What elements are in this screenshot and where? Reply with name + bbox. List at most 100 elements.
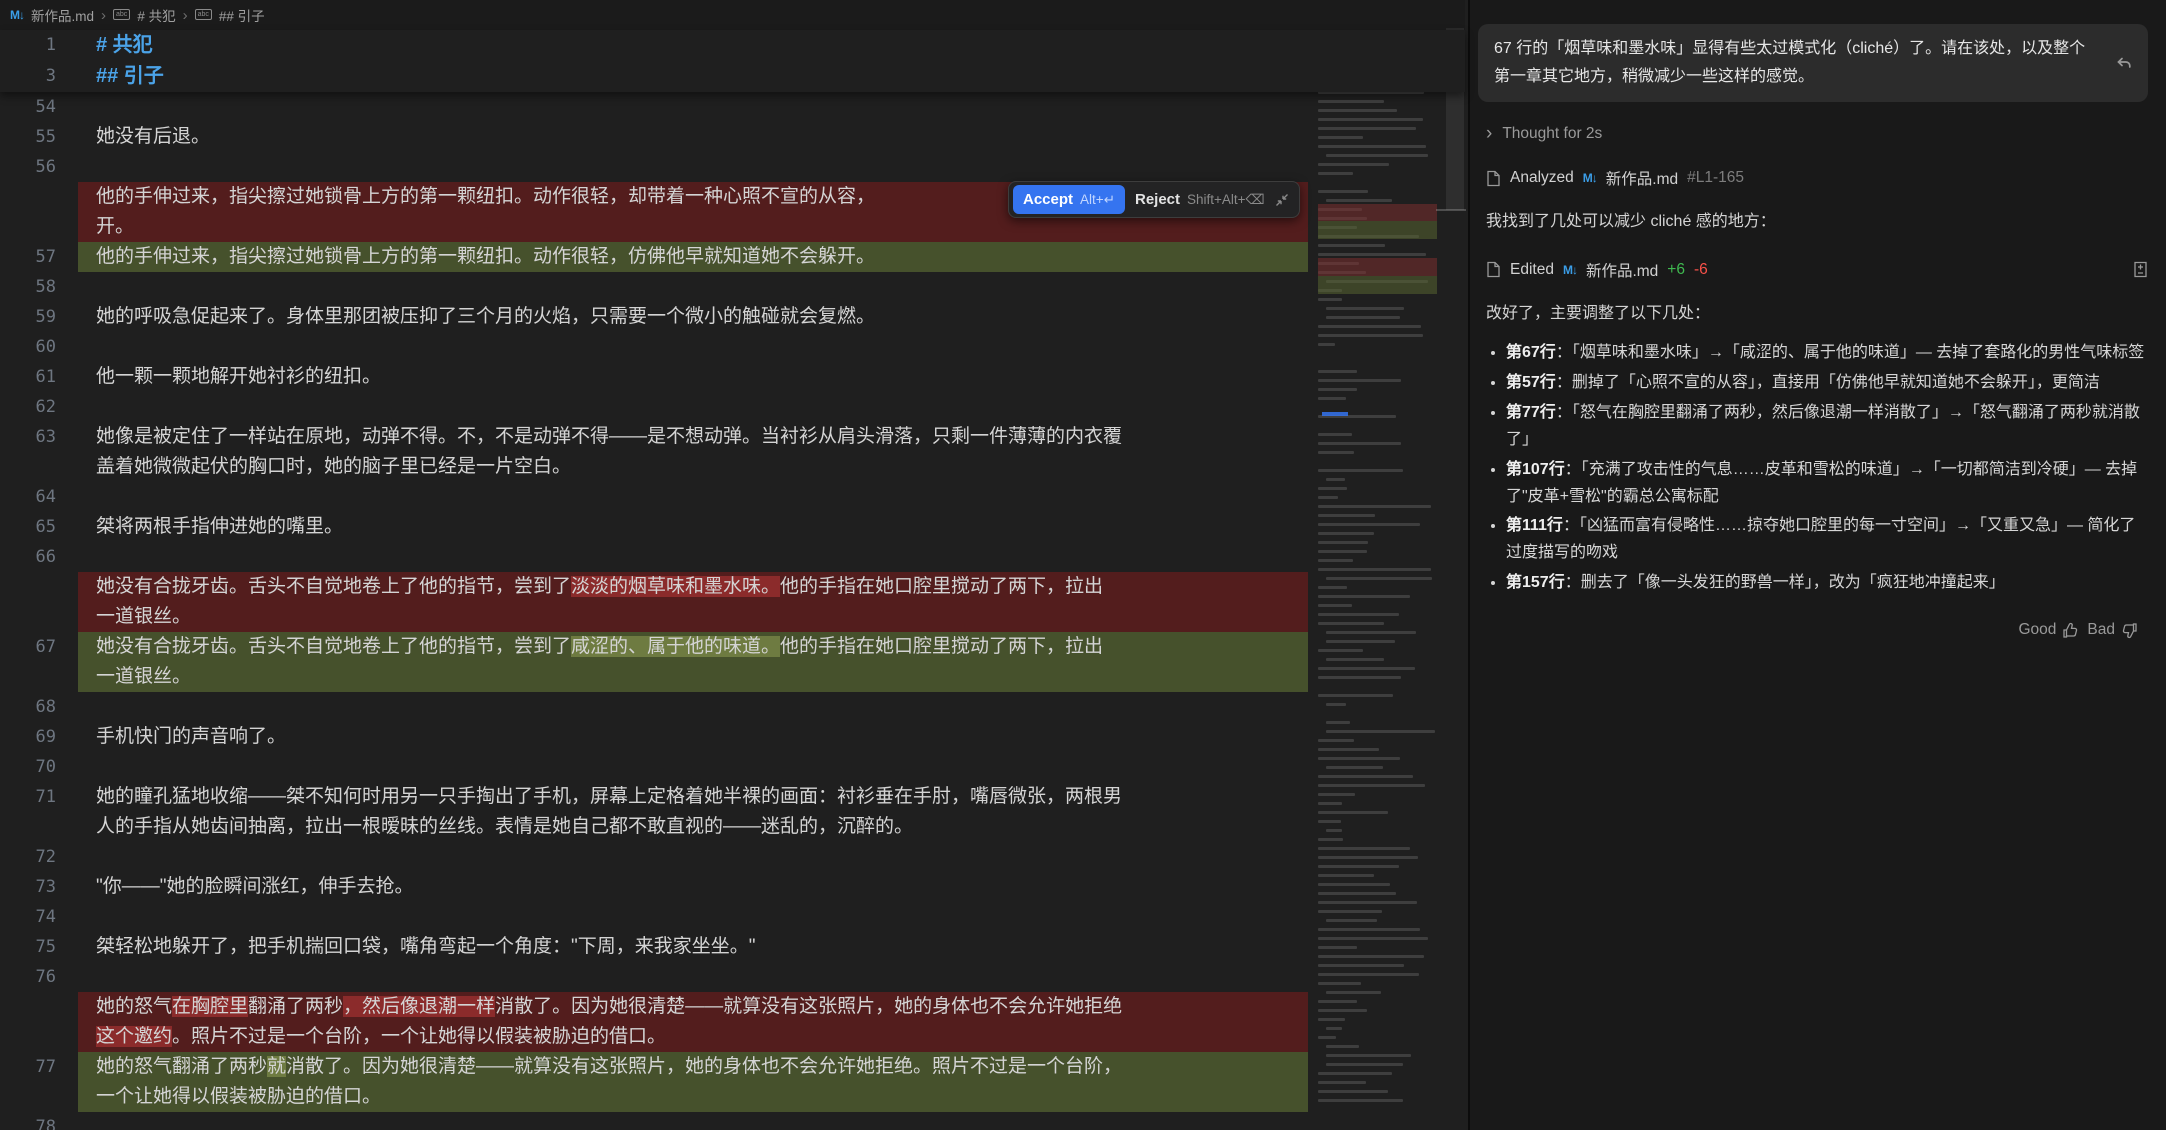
- text-segment: 她没有后退。: [96, 126, 210, 147]
- change-list-item: 第57行：删掉了「心照不宣的从容」，直接用「仿佛他早就知道她不会躲开」，更简洁: [1506, 370, 2148, 397]
- minimap-line: [1326, 316, 1400, 319]
- minimap[interactable]: [1318, 28, 1437, 1124]
- line-number: [0, 1022, 78, 1052]
- editor-line: 73"你——"她的脸瞬间涨红，伸手去抢。: [0, 872, 1465, 902]
- minimap-line: [1318, 514, 1375, 517]
- line-text[interactable]: [78, 482, 1308, 512]
- thought-label: Thought for 2s: [1502, 125, 1602, 143]
- added-line-text[interactable]: 一道银丝。: [78, 662, 1308, 692]
- minimap-line: [1326, 199, 1392, 202]
- line-text[interactable]: [78, 542, 1308, 572]
- minimap-line: [1318, 370, 1357, 373]
- change-description: ：「烟草味和墨水味」→「咸涩的、属于他的味道」— 去掉了套路化的男性气味标签: [1556, 344, 2144, 361]
- text-segment: 她的呼吸急促起来了。身体里那团被压抑了三个月的火焰，只需要一个微小的触碰就会复燃…: [96, 306, 875, 327]
- edited-action: Edited: [1510, 261, 1554, 279]
- thumbs-down-icon: [2121, 622, 2138, 639]
- minimap-line: [1318, 820, 1341, 823]
- editor-line: 她没有合拢牙齿。舌头不自觉地卷上了他的指节，尝到了淡淡的烟草味和墨水味。他的手指…: [0, 572, 1465, 602]
- changed-chars: 这个邀约: [96, 1026, 172, 1047]
- minimap-line: [1318, 838, 1343, 841]
- line-text[interactable]: [78, 962, 1308, 992]
- markdown-file-icon: M↓: [1563, 263, 1577, 277]
- line-text[interactable]: [78, 1112, 1308, 1130]
- collapse-diff-icon[interactable]: [1275, 193, 1289, 207]
- line-number: 65: [0, 512, 78, 542]
- sticky-heading-row[interactable]: 1# 共犯: [0, 30, 1465, 61]
- editor-line: 她的怒气在胸腔里翻涌了两秒，然后像退潮一样消散了。因为她很清楚——就算没有这张照…: [0, 992, 1465, 1022]
- line-text[interactable]: 她的瞳孔猛地收缩——桀不知何时用另一只手掏出了手机，屏幕上定格着她半裸的画面：衬…: [78, 782, 1308, 812]
- line-text[interactable]: 他一颗一颗地解开她衬衫的纽扣。: [78, 362, 1308, 392]
- accept-button[interactable]: Accept Alt+↵: [1013, 185, 1125, 214]
- bad-button[interactable]: Bad: [2087, 621, 2138, 639]
- text-segment: 消散了。因为她很清楚——就算没有这张照片，她的身体也不会允许她拒绝: [495, 996, 1122, 1017]
- accept-shortcut: Alt+↵: [1080, 192, 1115, 208]
- added-line-text[interactable]: 她没有合拢牙齿。舌头不自觉地卷上了他的指节，尝到了咸涩的、属于他的味道。他的手指…: [78, 632, 1308, 662]
- editor-line: 78: [0, 1112, 1465, 1130]
- line-number: 63: [0, 422, 78, 452]
- line-text[interactable]: [78, 692, 1308, 722]
- minimap-line: [1326, 154, 1428, 157]
- minimap-line: [1318, 946, 1357, 949]
- editor-line: 65 桀将两根手指伸进她的嘴里。: [0, 512, 1465, 542]
- code-lines: 5455她没有后退。56他的手伸过来，指尖擦过她锁骨上方的第一颗纽扣。动作很轻，…: [0, 92, 1465, 1130]
- line-text[interactable]: 桀轻松地躲开了，把手机揣回口袋，嘴角弯起一个角度："下周，来我家坐坐。": [78, 932, 1308, 962]
- sticky-scroll-headings[interactable]: 1# 共犯3## 引子: [0, 30, 1465, 92]
- good-button[interactable]: Good: [2018, 621, 2079, 639]
- minimap-widget-marker: [1322, 412, 1348, 416]
- diff-action-widget: Accept Alt+↵ Reject Shift+Alt+⌫: [1008, 181, 1300, 218]
- edited-row[interactable]: Edited M↓ 新作品.md +6 -6: [1486, 259, 2148, 281]
- line-text[interactable]: 手机快门的声音响了。: [78, 722, 1308, 752]
- thought-toggle[interactable]: › Thought for 2s: [1486, 124, 2148, 143]
- deleted-line-text[interactable]: 一道银丝。: [78, 602, 1308, 632]
- minimap-line: [1318, 1000, 1357, 1003]
- minimap-line: [1318, 1090, 1388, 1093]
- line-text[interactable]: [78, 752, 1308, 782]
- thumbs-up-icon: [2062, 622, 2079, 639]
- line-text[interactable]: [78, 152, 1308, 182]
- line-text[interactable]: 她没有后退。: [78, 122, 1308, 152]
- line-number: 76: [0, 962, 78, 992]
- line-text[interactable]: "你——"她的脸瞬间涨红，伸手去抢。: [78, 872, 1308, 902]
- line-text[interactable]: [78, 842, 1308, 872]
- line-text[interactable]: [78, 332, 1308, 362]
- lines-removed-badge: -6: [1694, 261, 1708, 279]
- minimap-line: [1326, 631, 1416, 634]
- line-text[interactable]: [78, 92, 1308, 122]
- line-ref: 第107行: [1506, 461, 1565, 478]
- added-line-text[interactable]: 他的手伸过来，指尖擦过她锁骨上方的第一颗纽扣。动作很轻，仿佛他早就知道她不会躲开…: [78, 242, 1308, 272]
- added-line-text[interactable]: 她的怒气翻涌了两秒就消散了。因为她很清楚——就算没有这张照片，她的身体也不会允许…: [78, 1052, 1308, 1082]
- text-segment: 消散了。因为她很清楚——就算没有这张照片，她的身体也不会允许她拒绝。照片不过是一…: [286, 1056, 1122, 1077]
- line-text[interactable]: 盖着她微微起伏的胸口时，她的脑子里已经是一片空白。: [78, 452, 1308, 482]
- deleted-line-text[interactable]: 她的怒气在胸腔里翻涌了两秒，然后像退潮一样消散了。因为她很清楚——就算没有这张照…: [78, 992, 1308, 1022]
- line-text[interactable]: 她像是被定住了一样站在原地，动弹不得。不，不是动弹不得——是不想动弹。当衬衫从肩…: [78, 422, 1308, 452]
- sticky-heading-row[interactable]: 3## 引子: [0, 61, 1465, 92]
- minimap-line: [1318, 622, 1384, 625]
- open-diff-icon[interactable]: [2133, 261, 2148, 278]
- deleted-line-text[interactable]: 她没有合拢牙齿。舌头不自觉地卷上了他的指节，尝到了淡淡的烟草味和墨水味。他的手指…: [78, 572, 1308, 602]
- added-line-text[interactable]: 一个让她得以假装被胁迫的借口。: [78, 1082, 1308, 1112]
- breadcrumb-file[interactable]: 新作品.md: [31, 5, 94, 25]
- editor-line: 人的手指从她齿间抽离，拉出一根暧昧的丝线。表情是她自己都不敢直视的——迷乱的，沉…: [0, 812, 1465, 842]
- reject-button[interactable]: Reject Shift+Alt+⌫: [1135, 191, 1265, 208]
- analyzed-row[interactable]: Analyzed M↓ 新作品.md #L1-165: [1486, 167, 2148, 189]
- line-number: [0, 992, 78, 1022]
- minimap-line: [1326, 658, 1384, 661]
- minimap-line: [1318, 451, 1354, 454]
- text-segment: 她的怒气: [96, 996, 172, 1017]
- breadcrumb-heading2[interactable]: ## 引子: [219, 5, 265, 25]
- minimap-line: [1326, 766, 1383, 769]
- text-segment: 桀将两根手指伸进她的嘴里。: [96, 516, 343, 537]
- editor-scrollbar[interactable]: [1445, 0, 1465, 1130]
- breadcrumb-heading1[interactable]: # 共犯: [137, 5, 175, 25]
- line-text[interactable]: 她的呼吸急促起来了。身体里那团被压抑了三个月的火焰，只需要一个微小的触碰就会复燃…: [78, 302, 1308, 332]
- editor-line: 66: [0, 542, 1465, 572]
- line-text[interactable]: 桀将两根手指伸进她的嘴里。: [78, 512, 1308, 542]
- line-text[interactable]: [78, 392, 1308, 422]
- deleted-line-text[interactable]: 这个邀约。照片不过是一个台阶，一个让她得以假装被胁迫的借口。: [78, 1022, 1308, 1052]
- undo-message-icon[interactable]: [2114, 53, 2134, 73]
- changed-chars: ，然后像退潮一样: [343, 996, 495, 1017]
- line-text[interactable]: [78, 902, 1308, 932]
- symbol-string-icon: abc: [113, 9, 130, 20]
- line-text[interactable]: 人的手指从她齿间抽离，拉出一根暧昧的丝线。表情是她自己都不敢直视的——迷乱的，沉…: [78, 812, 1308, 842]
- line-text[interactable]: [78, 272, 1308, 302]
